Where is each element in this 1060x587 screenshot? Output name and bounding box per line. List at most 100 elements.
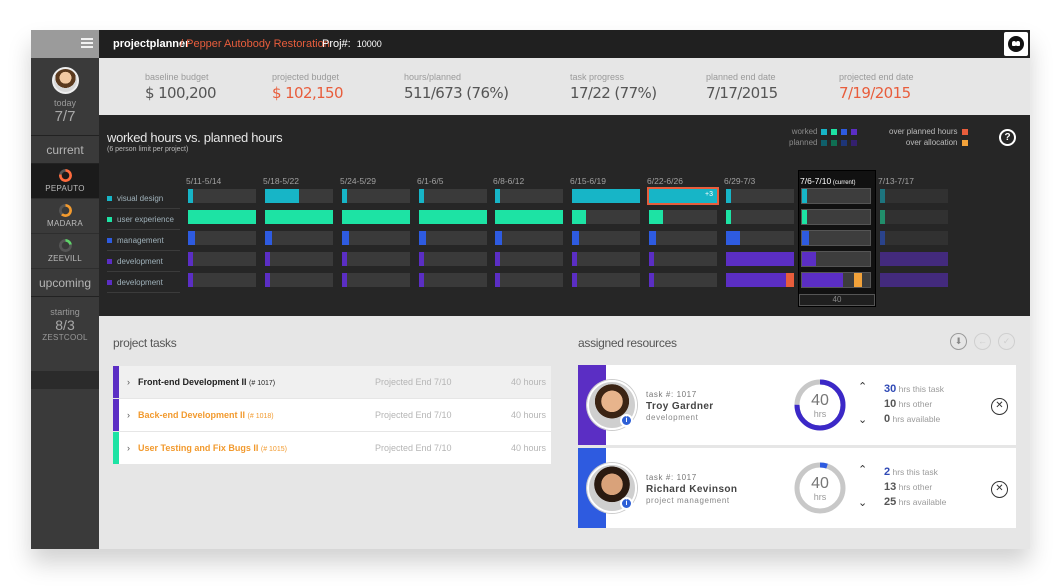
chart-cell[interactable] — [726, 231, 794, 245]
chart-cell[interactable] — [649, 273, 717, 287]
menu-icon[interactable] — [81, 38, 93, 48]
chart-cell[interactable] — [342, 189, 410, 203]
chart-cell[interactable] — [801, 209, 871, 225]
chart-cell[interactable]: +3 — [647, 187, 719, 205]
chart-cell[interactable] — [265, 210, 333, 224]
legend-swatch — [961, 128, 968, 135]
chart-cell[interactable] — [419, 189, 487, 203]
task-row[interactable]: › Front-end Development II (# 1017) Projec… — [113, 366, 551, 398]
chart-cell[interactable] — [342, 252, 410, 266]
stat-label: projected budget — [272, 72, 340, 82]
chart-cell[interactable] — [572, 189, 640, 203]
task-row[interactable]: › Back-end Development II (# 1018) Project… — [113, 399, 551, 431]
chart-cell[interactable] — [495, 231, 563, 245]
chart-cell[interactable] — [419, 273, 487, 287]
chart-cell[interactable] — [572, 210, 640, 224]
resource-card[interactable]: i task #: 1017 Richard Kevinson project man… — [578, 448, 1016, 528]
chart-cell[interactable] — [572, 273, 640, 287]
week-label: 5/11-5/14 — [186, 176, 222, 186]
resource-name[interactable]: Troy Gardner — [646, 401, 714, 412]
chart-cell[interactable] — [649, 231, 717, 245]
chevron-down-icon[interactable]: ⌄ — [858, 413, 867, 426]
stat-value: $ 102,150 — [272, 84, 344, 102]
chart-cell[interactable] — [265, 273, 333, 287]
chart-cell[interactable] — [495, 210, 563, 224]
sidebar-project-zeevill[interactable]: ZEEVILL — [31, 234, 99, 269]
chart-cell[interactable] — [419, 252, 487, 266]
chart-cell[interactable] — [188, 189, 256, 203]
today-label: today — [53, 98, 77, 108]
chart-cell[interactable] — [880, 231, 948, 245]
chart-cell[interactable] — [801, 251, 871, 267]
sidebar-project-madara[interactable]: MADARA — [31, 199, 99, 234]
chart-cell[interactable] — [726, 252, 794, 266]
chart-cell[interactable] — [801, 272, 871, 288]
chart-cell[interactable] — [342, 273, 410, 287]
chart-cell[interactable] — [572, 231, 640, 245]
chart-cell[interactable] — [188, 252, 256, 266]
chart-cell[interactable] — [188, 210, 256, 224]
info-icon[interactable]: i — [620, 497, 633, 510]
confirm-button[interactable]: ✓ — [998, 333, 1015, 350]
starting-label: starting — [50, 307, 80, 317]
chart-cell[interactable] — [880, 189, 948, 203]
chart-cell[interactable] — [649, 210, 717, 224]
resource-card[interactable]: i task #: 1017 Troy Gardner development 40 hr… — [578, 365, 1016, 445]
task-row[interactable]: › User Testing and Fix Bugs II (# 1015) Pr… — [113, 432, 551, 464]
worked-bar — [265, 231, 272, 245]
task-name: User Testing and Fix Bugs II (# 1015) — [138, 443, 375, 453]
sidebar-upcoming-project[interactable]: starting 8/3 ZESTCOOL — [31, 297, 99, 371]
stat-planned-end-date: planned end date 7/17/2015 — [706, 72, 778, 102]
chart-cell[interactable] — [495, 273, 563, 287]
chart-cell[interactable] — [265, 231, 333, 245]
chevron-right-icon[interactable]: › — [119, 377, 138, 387]
chart-cell[interactable] — [342, 231, 410, 245]
avatar[interactable] — [51, 67, 79, 94]
chart-cell[interactable] — [726, 189, 794, 203]
assign-resource-button[interactable]: ⬇ — [950, 333, 967, 350]
chart-cell[interactable] — [419, 210, 487, 224]
chart-cell[interactable] — [726, 273, 794, 287]
chart-cell[interactable] — [880, 210, 948, 224]
legend-row-planned: planned — [789, 137, 858, 148]
chart-cell[interactable] — [880, 252, 948, 266]
worked-bar — [802, 273, 843, 287]
chart-cell[interactable] — [801, 230, 871, 246]
week-label: 5/24-5/29 — [340, 176, 376, 186]
chevron-down-icon[interactable]: ⌄ — [858, 496, 867, 509]
chart-cell[interactable] — [649, 252, 717, 266]
chart-cell[interactable] — [188, 231, 256, 245]
chart-cell[interactable] — [342, 210, 410, 224]
breadcrumb[interactable]: / Pepper Autobody Restoration — [180, 38, 330, 50]
app-brand[interactable]: projectplanner — [113, 38, 189, 50]
upcoming-project-name: ZESTCOOL — [42, 333, 88, 342]
sidebar-project-pepauto[interactable]: PEPAUTO — [31, 164, 99, 199]
chevron-right-icon[interactable]: › — [119, 410, 138, 420]
metric-available-label: hrs available — [892, 414, 941, 424]
chart-cell[interactable] — [419, 231, 487, 245]
chart-cell[interactable] — [265, 252, 333, 266]
info-icon[interactable]: i — [620, 414, 633, 427]
chart-cell[interactable] — [880, 273, 948, 287]
chevron-up-icon[interactable]: ⌃ — [858, 463, 867, 476]
chart-cell[interactable] — [265, 189, 333, 203]
task-hours: 40 hours — [510, 377, 546, 387]
chart-cell[interactable] — [801, 188, 871, 204]
chart-cell[interactable] — [572, 252, 640, 266]
help-icon[interactable]: ? — [999, 129, 1016, 146]
task-id: (# 1015) — [260, 446, 287, 453]
resource-name[interactable]: Richard Kevinson — [646, 484, 737, 495]
remove-resource-button[interactable]: ✕ — [991, 398, 1008, 415]
chevron-up-icon[interactable]: ⌃ — [858, 380, 867, 393]
row-label-management: management — [107, 230, 180, 251]
chart-cell[interactable] — [495, 189, 563, 203]
gauge-unit: hrs — [814, 492, 827, 502]
chart-cell[interactable] — [726, 210, 794, 224]
worked-bar — [342, 252, 347, 266]
chart-cell[interactable] — [495, 252, 563, 266]
chart-cell[interactable] — [188, 273, 256, 287]
team-button[interactable] — [1004, 32, 1028, 56]
undo-button[interactable]: ← — [974, 333, 991, 350]
chevron-right-icon[interactable]: › — [119, 443, 138, 453]
remove-resource-button[interactable]: ✕ — [991, 481, 1008, 498]
